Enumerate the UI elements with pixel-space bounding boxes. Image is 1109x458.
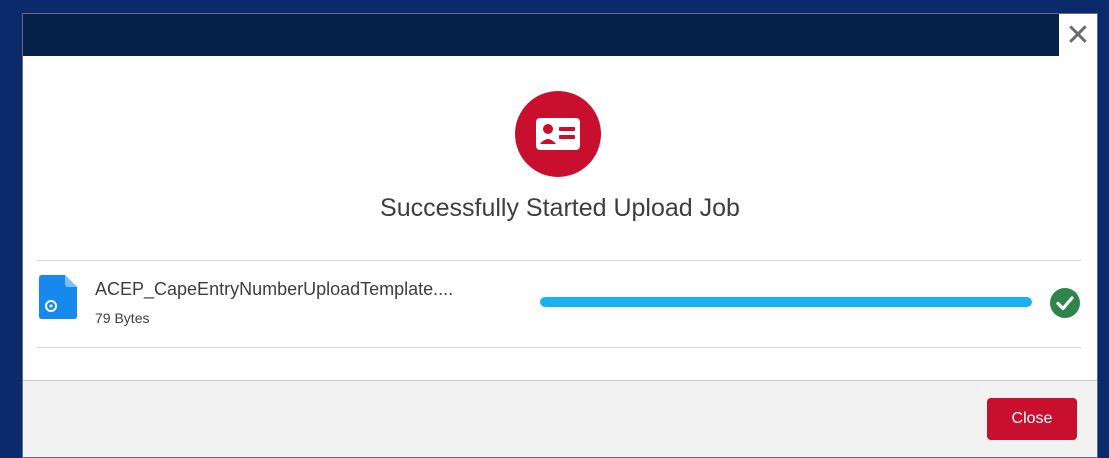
file-upload-row: ACEP_CapeEntryNumberUploadTemplate.... 7…	[37, 261, 1081, 347]
modal-footer: Close	[23, 381, 1097, 457]
file-size: 79 Bytes	[95, 310, 150, 326]
upload-modal: ✕ Successfully Started Upload Job ACEP_C…	[22, 13, 1098, 458]
file-icon	[39, 275, 77, 319]
close-button[interactable]: Close	[987, 398, 1077, 440]
contact-card-icon	[515, 91, 601, 177]
upload-progress-fill	[540, 297, 1032, 307]
close-icon[interactable]: ✕	[1059, 14, 1097, 56]
modal-header	[23, 14, 1061, 56]
upload-progress-bar	[540, 297, 1032, 307]
file-name: ACEP_CapeEntryNumberUploadTemplate....	[95, 279, 454, 299]
success-check-icon	[1050, 288, 1080, 318]
modal-title: Successfully Started Upload Job	[380, 194, 740, 222]
divider	[37, 347, 1081, 348]
